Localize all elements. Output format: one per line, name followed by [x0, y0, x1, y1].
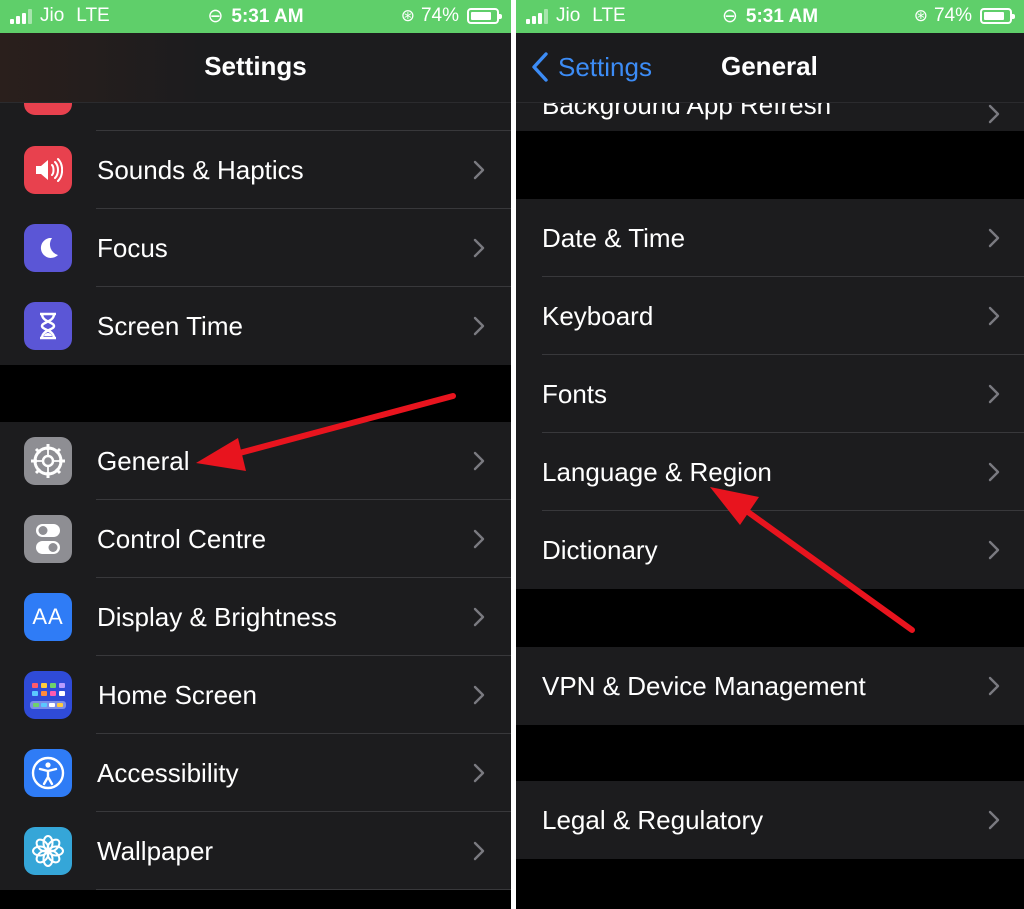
row-wallpaper[interactable]: Wallpaper: [0, 812, 511, 890]
row-label: General: [97, 445, 190, 476]
row-accessibility[interactable]: Accessibility: [0, 734, 511, 812]
battery-percent: 74%: [933, 5, 972, 26]
row-control-centre[interactable]: Control Centre: [0, 500, 511, 578]
settings-screen: Jio LTE ⊖ 5:31 AM ⊛ 74% Settings Sounds &…: [0, 0, 511, 909]
row-label: Focus: [97, 232, 168, 263]
gear-icon: [24, 437, 72, 485]
hourglass-icon: [24, 302, 72, 350]
status-bar: Jio LTE ⊖ 5:31 AM ⊛ 74%: [516, 0, 1024, 33]
row-vpn-device-management[interactable]: VPN & Device Management: [516, 647, 1024, 725]
row-label: Legal & Regulatory: [542, 804, 764, 835]
chevron-right-icon: [473, 685, 485, 705]
row-label: Sounds & Haptics: [97, 154, 304, 185]
nav-bar: Settings General: [516, 33, 1024, 103]
row-language-region[interactable]: Language & Region: [516, 433, 1024, 511]
back-label: Settings: [558, 51, 652, 82]
link-icon: ⊖: [721, 6, 738, 27]
row-label: Language & Region: [542, 456, 772, 487]
speaker-icon: [24, 146, 72, 194]
general-group-2: VPN & Device Management: [516, 647, 1024, 725]
chevron-right-icon: [473, 763, 485, 783]
row-label: Date & Time: [542, 222, 686, 253]
row-label: Fonts: [542, 378, 608, 409]
general-screen: Jio LTE ⊖ 5:31 AM ⊛ 74% Background App Re…: [516, 0, 1024, 909]
row-focus[interactable]: Focus: [0, 209, 511, 287]
status-bar: Jio LTE ⊖ 5:31 AM ⊛ 74%: [0, 0, 511, 33]
moon-icon: [24, 224, 72, 272]
partial-row: [0, 83, 511, 131]
chevron-right-icon: [988, 810, 1000, 830]
chevron-right-icon: [988, 384, 1000, 404]
page-title: Settings: [204, 51, 307, 81]
row-dictionary[interactable]: Dictionary: [516, 511, 1024, 589]
chevron-right-icon: [473, 160, 485, 180]
general-group-1: Date & Time Keyboard Fonts Language & Re…: [516, 199, 1024, 589]
row-keyboard[interactable]: Keyboard: [516, 277, 1024, 355]
general-group-3: Legal & Regulatory: [516, 781, 1024, 859]
row-sounds-haptics[interactable]: Sounds & Haptics: [0, 131, 511, 209]
row-legal-regulatory[interactable]: Legal & Regulatory: [516, 781, 1024, 859]
clock: 5:31 AM: [231, 6, 304, 27]
chevron-right-icon: [473, 451, 485, 471]
accessibility-icon: [24, 749, 72, 797]
chevron-right-icon: [473, 238, 485, 258]
toggles-icon: [24, 515, 72, 563]
row-label: Display & Brightness: [97, 601, 337, 632]
chevron-right-icon: [473, 316, 485, 336]
back-button[interactable]: Settings: [530, 51, 652, 83]
battery-icon: [467, 8, 502, 24]
battery-icon: [980, 8, 1015, 24]
chevron-right-icon: [988, 540, 1000, 560]
chevron-right-icon: [473, 841, 485, 861]
chevron-right-icon: [988, 676, 1000, 696]
chevron-right-icon: [473, 607, 485, 627]
battery-percent: 74%: [420, 5, 459, 26]
row-display-brightness[interactable]: AA Display & Brightness: [0, 578, 511, 656]
row-label: Accessibility: [97, 757, 239, 788]
row-label: Home Screen: [98, 679, 257, 710]
row-label: Keyboard: [542, 300, 654, 331]
row-screen-time[interactable]: Screen Time: [0, 287, 511, 365]
chevron-right-icon: [988, 462, 1000, 482]
settings-group-1: Sounds & Haptics Focus Screen Time: [0, 131, 511, 365]
flower-icon: [24, 827, 72, 875]
settings-group-2: General Control Centre AA Display & Brig…: [0, 422, 511, 890]
row-date-time[interactable]: Date & Time: [516, 199, 1024, 277]
row-home-screen[interactable]: Home Screen: [0, 656, 511, 734]
chevron-left-icon: [532, 52, 548, 82]
clock: 5:31 AM: [745, 6, 819, 27]
nav-bar: Settings: [0, 33, 511, 103]
row-fonts[interactable]: Fonts: [516, 355, 1024, 433]
row-label: Wallpaper: [97, 835, 214, 866]
row-label: VPN & Device Management: [542, 670, 866, 701]
row-label: Screen Time: [97, 310, 243, 341]
row-label: Control Centre: [97, 523, 267, 554]
orientation-lock-icon: ⊛: [913, 6, 928, 25]
text-size-icon: AA: [24, 593, 72, 641]
row-general[interactable]: General: [0, 422, 511, 500]
app-grid-icon: [24, 671, 72, 719]
chevron-right-icon: [988, 306, 1000, 326]
chevron-right-icon: [988, 104, 1000, 124]
chevron-right-icon: [473, 529, 485, 549]
orientation-lock-icon: ⊛: [400, 6, 415, 25]
link-icon: ⊖: [207, 6, 224, 27]
chevron-right-icon: [988, 228, 1000, 248]
page-title: General: [721, 51, 818, 81]
row-label: Dictionary: [542, 534, 658, 565]
